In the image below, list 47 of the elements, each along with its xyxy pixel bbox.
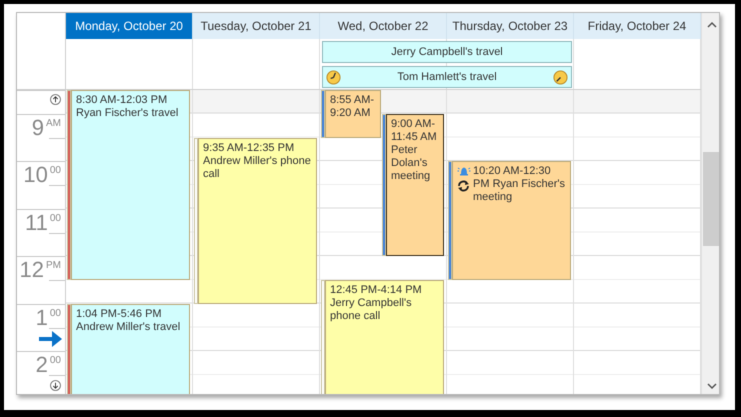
current-time-arrow-icon bbox=[39, 330, 63, 348]
hour-label: 12 bbox=[20, 259, 44, 282]
hour-suffix: 00 bbox=[50, 306, 61, 321]
recurrence-icon bbox=[457, 180, 470, 192]
appointment[interactable]: 8:30 AM-12:03 PM Ryan Fischer's travel bbox=[71, 90, 190, 280]
day-header[interactable]: Friday, October 24 bbox=[574, 13, 701, 39]
day-header[interactable]: Tuesday, October 21 bbox=[193, 13, 320, 39]
hour-suffix: AM bbox=[46, 116, 61, 131]
appointment-text: 1:04 PM-5:46 PM Andrew Miller's travel bbox=[76, 308, 180, 334]
appointment[interactable]: 10:20 AM-12:30 PM Ryan Fischer's meeting bbox=[452, 161, 571, 280]
hour-label: 11 bbox=[25, 212, 48, 234]
day-header[interactable]: Monday, October 20 bbox=[66, 13, 193, 39]
appointment-text: 8:55 AM-9:20 AM bbox=[330, 94, 376, 120]
appointment-text: 10:20 AM-12:30 PM Ryan Fischer's meeting bbox=[473, 165, 566, 204]
day-header[interactable]: Wed, October 22 bbox=[320, 13, 447, 39]
bell-icon bbox=[457, 165, 471, 178]
scrollbar[interactable] bbox=[701, 13, 719, 394]
hour-label: 9 bbox=[32, 116, 44, 139]
scroll-up-icon[interactable] bbox=[50, 94, 61, 105]
appointment-text: 9:35 AM-12:35 PM Andrew Miller's phone call bbox=[203, 142, 312, 180]
scroll-thumb[interactable] bbox=[703, 152, 719, 246]
appointment[interactable]: 8:55 AM-9:20 AM bbox=[325, 90, 381, 138]
event-title: Jerry Campbell's travel bbox=[390, 46, 504, 58]
hour-suffix: 00 bbox=[50, 164, 61, 178]
status-strip bbox=[321, 90, 325, 138]
hour-suffix: 00 bbox=[50, 212, 61, 226]
scroll-down-icon[interactable] bbox=[50, 380, 61, 391]
event-title: Tom Hamlett's travel bbox=[396, 71, 498, 83]
hour-label: 2 bbox=[36, 354, 48, 376]
day-header[interactable]: Thursday, October 23 bbox=[447, 13, 574, 39]
hour-suffix: PM bbox=[46, 259, 61, 274]
clock-icon[interactable] bbox=[553, 70, 568, 84]
appointment[interactable]: 9:35 AM-12:35 PM Andrew Miller's phone call bbox=[198, 138, 317, 304]
hour-label: 10 bbox=[23, 164, 48, 186]
clock-icon[interactable] bbox=[326, 70, 341, 84]
scroll-down-icon[interactable] bbox=[707, 382, 717, 390]
scroll-up-icon[interactable] bbox=[707, 21, 717, 29]
appointment[interactable]: 9:00 AM-11:45 AM Peter Dolan's meeting bbox=[386, 114, 444, 256]
appointment-text: 9:00 AM-11:45 AM Peter Dolan's meeting bbox=[391, 118, 438, 183]
appointment[interactable]: 1:04 PM-5:46 PM Andrew Miller's travel bbox=[71, 304, 190, 394]
all-day-event[interactable]: Jerry Campbell's travel bbox=[322, 41, 572, 63]
hour-suffix: 00 bbox=[50, 354, 61, 368]
all-day-event[interactable]: Tom Hamlett's travel bbox=[322, 66, 572, 88]
appointment-text: 12:45 PM-4:14 PM Jerry Campbell's phone call bbox=[330, 284, 423, 323]
appointment[interactable]: 12:45 PM-4:14 PM Jerry Campbell's phone call bbox=[325, 280, 444, 394]
hour-label: 1 bbox=[36, 306, 48, 329]
appointment-text: 8:30 AM-12:03 PM Ryan Fischer's travel bbox=[76, 94, 178, 120]
